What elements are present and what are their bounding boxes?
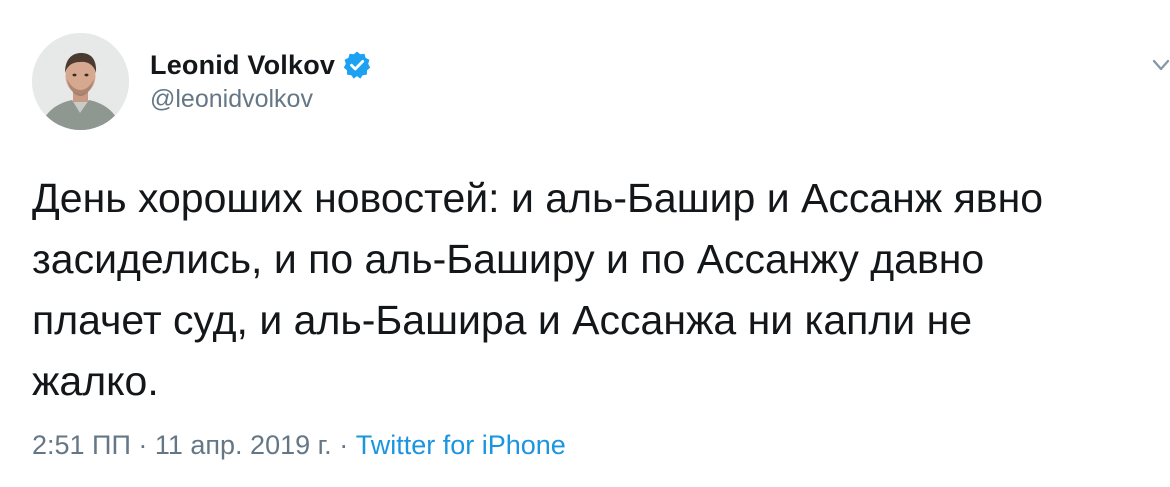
chevron-down-icon[interactable] [1152, 58, 1170, 72]
avatar-image [32, 33, 129, 130]
tweet-metadata: 2:51 ПП · 11 апр. 2019 г. · Twitter for … [32, 430, 566, 461]
avatar[interactable] [32, 33, 129, 130]
tweet-date[interactable]: 11 апр. 2019 г. [155, 430, 332, 460]
tweet-text: День хороших новостей: и аль-Башир и Асс… [32, 175, 1044, 404]
tweet-source-link[interactable]: Twitter for iPhone [356, 430, 566, 460]
author-name-row: Leonid Volkov [150, 45, 372, 85]
user-handle[interactable]: @leonidvolkov [150, 85, 313, 114]
meta-separator: · [130, 430, 155, 460]
tweet-card: Leonid Volkov @leonidvolkov День хороших… [0, 0, 1170, 487]
meta-separator: · [331, 430, 356, 460]
tweet-time[interactable]: 2:51 ПП [32, 430, 131, 460]
display-name[interactable]: Leonid Volkov [150, 50, 335, 81]
verified-badge-icon [342, 50, 372, 80]
